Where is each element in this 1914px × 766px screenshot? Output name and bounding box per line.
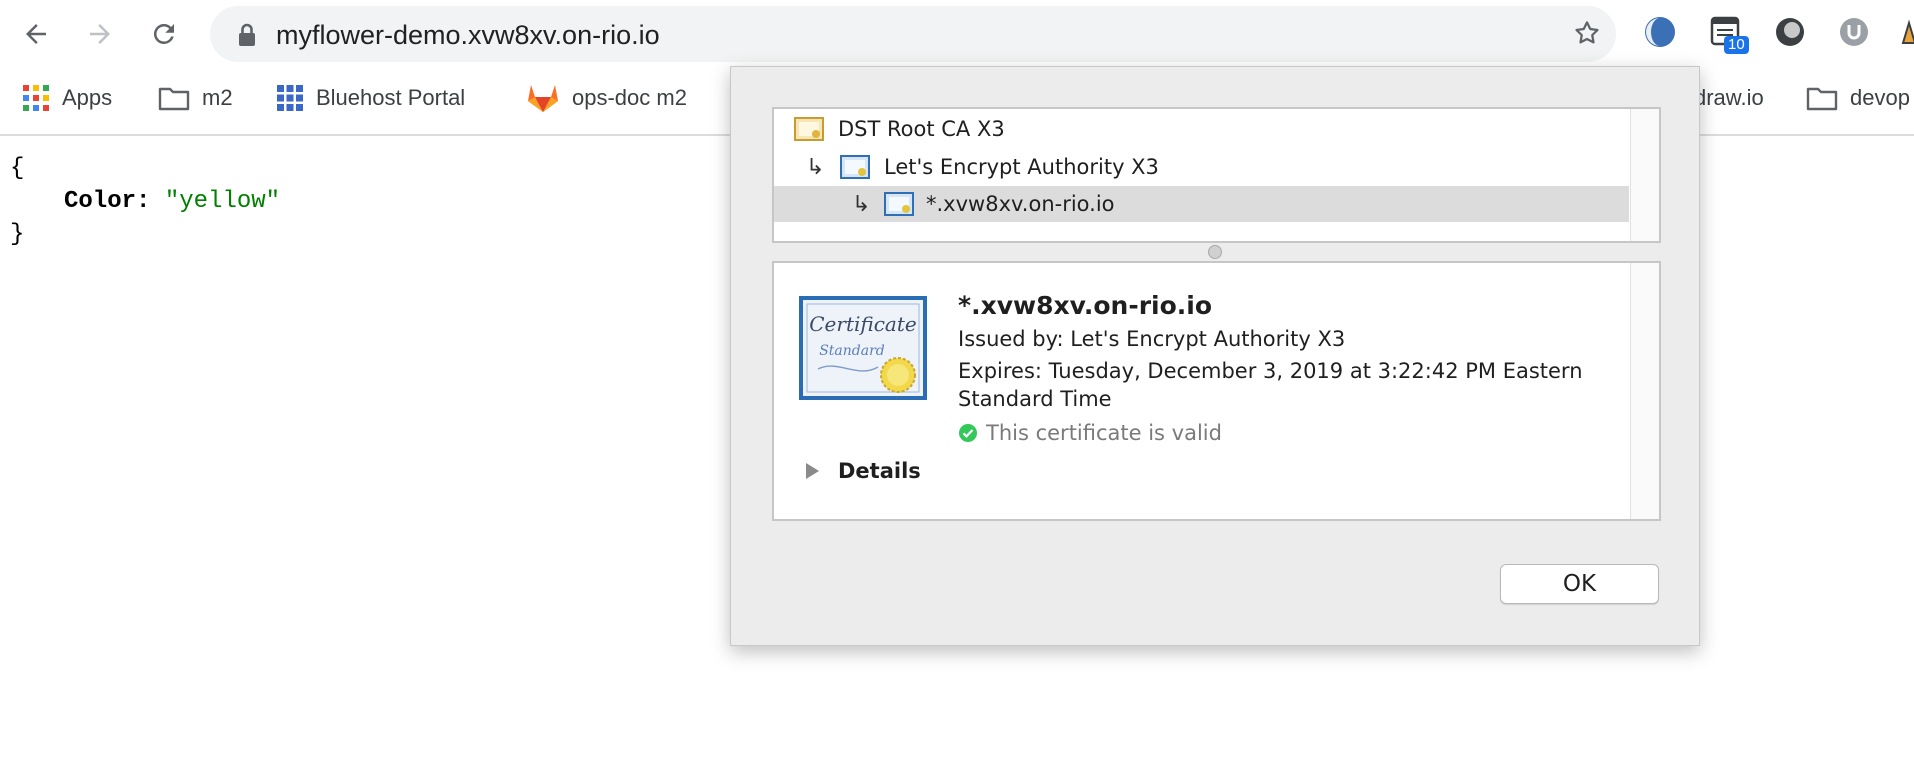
details-label: Details (838, 459, 921, 483)
certificate-status-text: This certificate is valid (986, 421, 1222, 445)
json-key: Color: (64, 188, 151, 215)
json-content: { Color: "yellow" } (10, 152, 280, 251)
bookmark-ops-doc[interactable]: ops-doc m2 (526, 76, 687, 120)
extension-2[interactable]: 10 (1708, 14, 1749, 54)
chain-item-intermediate[interactable]: ↳ Let's Encrypt Authority X3 (774, 149, 1159, 185)
extension-3[interactable] (1772, 14, 1808, 50)
certificate-standard-image: Certificate Standard (799, 296, 927, 400)
chain-item-root[interactable]: DST Root CA X3 (774, 111, 1005, 147)
chain-scrollbar[interactable] (1630, 109, 1659, 241)
certificate-common-name: *.xvw8xv.on-rio.io (958, 291, 1213, 320)
chain-item-label: *.xvw8xv.on-rio.io (926, 192, 1115, 216)
bookmark-bluehost[interactable]: Bluehost Portal (276, 76, 465, 120)
forward-arrow-icon (90, 24, 110, 44)
bookmark-label: devop (1850, 85, 1910, 110)
bluehost-icon (277, 85, 303, 111)
root-certificate-icon (794, 117, 824, 141)
apps-grid-icon (23, 85, 49, 111)
bookmark-label: m2 (202, 85, 233, 110)
bookmark-label: Apps (62, 85, 113, 110)
browser-toolbar: myflower-demo.xvw8xv.on-rio.io 10 (0, 0, 1914, 62)
leaf-certificate-icon (884, 192, 914, 216)
url-text[interactable]: myflower-demo.xvw8xv.on-rio.io (276, 20, 660, 51)
certificate-image-subtitle: Standard (819, 343, 885, 359)
extension-5[interactable] (1896, 14, 1914, 50)
detail-scrollbar[interactable] (1630, 263, 1659, 519)
bookmark-drawio[interactable]: draw.io (1694, 76, 1764, 120)
certificate-expiry-line-1: Expires: Tuesday, December 3, 2019 at 3:… (958, 359, 1583, 383)
json-open-brace: { (10, 155, 25, 182)
json-string-value: "yellow" (164, 188, 281, 215)
certificate-detail-pane: Certificate Standard *.xvw8xv.on-rio.io … (772, 261, 1661, 521)
pane-splitter-handle[interactable] (1208, 245, 1222, 259)
valid-checkmark-icon (959, 424, 977, 442)
folder-icon (158, 87, 190, 111)
json-close-brace: } (10, 221, 25, 248)
extension-u-icon (1840, 18, 1868, 46)
bookmark-apps[interactable]: Apps (22, 76, 112, 120)
bookmark-m2[interactable]: m2 (158, 76, 233, 120)
disclosure-triangle-icon[interactable] (804, 462, 820, 480)
certificate-chain-list[interactable]: DST Root CA X3 ↳ Let's Encrypt Authority… (772, 107, 1661, 243)
address-bar[interactable]: myflower-demo.xvw8xv.on-rio.io (210, 6, 1616, 62)
extension-1[interactable] (1642, 14, 1678, 50)
chain-branch-arrow-icon: ↳ (806, 154, 825, 180)
bookmark-label: Bluehost Portal (316, 85, 466, 110)
extension-pen-icon (1901, 19, 1914, 44)
details-disclosure[interactable]: Details (804, 459, 921, 483)
certificate-image-title: Certificate (809, 312, 916, 336)
intermediate-certificate-icon (840, 155, 870, 179)
chain-branch-arrow-icon: ↳ (852, 191, 871, 217)
ok-button[interactable]: OK (1500, 564, 1659, 604)
reload-button[interactable] (142, 12, 186, 56)
extension-circle-icon (1776, 18, 1804, 46)
extension-globe-icon (1645, 17, 1675, 47)
bookmark-label: draw.io (1694, 85, 1764, 110)
lock-icon[interactable] (236, 22, 258, 48)
chain-item-leaf[interactable]: ↳ *.xvw8xv.on-rio.io (774, 186, 1629, 222)
bookmark-label: ops-doc m2 (572, 85, 687, 110)
certificate-expiry-line-2: Standard Time (958, 387, 1112, 411)
back-button[interactable] (14, 12, 58, 56)
back-arrow-icon (26, 24, 46, 44)
folder-icon (1806, 87, 1838, 111)
chain-item-label: Let's Encrypt Authority X3 (884, 155, 1159, 179)
certificate-sheet: DST Root CA X3 ↳ Let's Encrypt Authority… (730, 66, 1700, 646)
bookmark-star-icon[interactable] (1572, 18, 1602, 48)
certificate-status: This certificate is valid (958, 421, 1222, 445)
extension-badge: 10 (1724, 36, 1749, 54)
gitlab-icon (528, 85, 558, 112)
bookmark-devop[interactable]: devop (1806, 76, 1910, 120)
reload-icon (153, 23, 174, 44)
forward-button[interactable] (78, 12, 122, 56)
chain-item-label: DST Root CA X3 (838, 117, 1005, 141)
json-entry: Color: "yellow" (10, 185, 280, 218)
extension-4[interactable] (1836, 14, 1872, 50)
certificate-issuer: Issued by: Let's Encrypt Authority X3 (958, 327, 1346, 351)
